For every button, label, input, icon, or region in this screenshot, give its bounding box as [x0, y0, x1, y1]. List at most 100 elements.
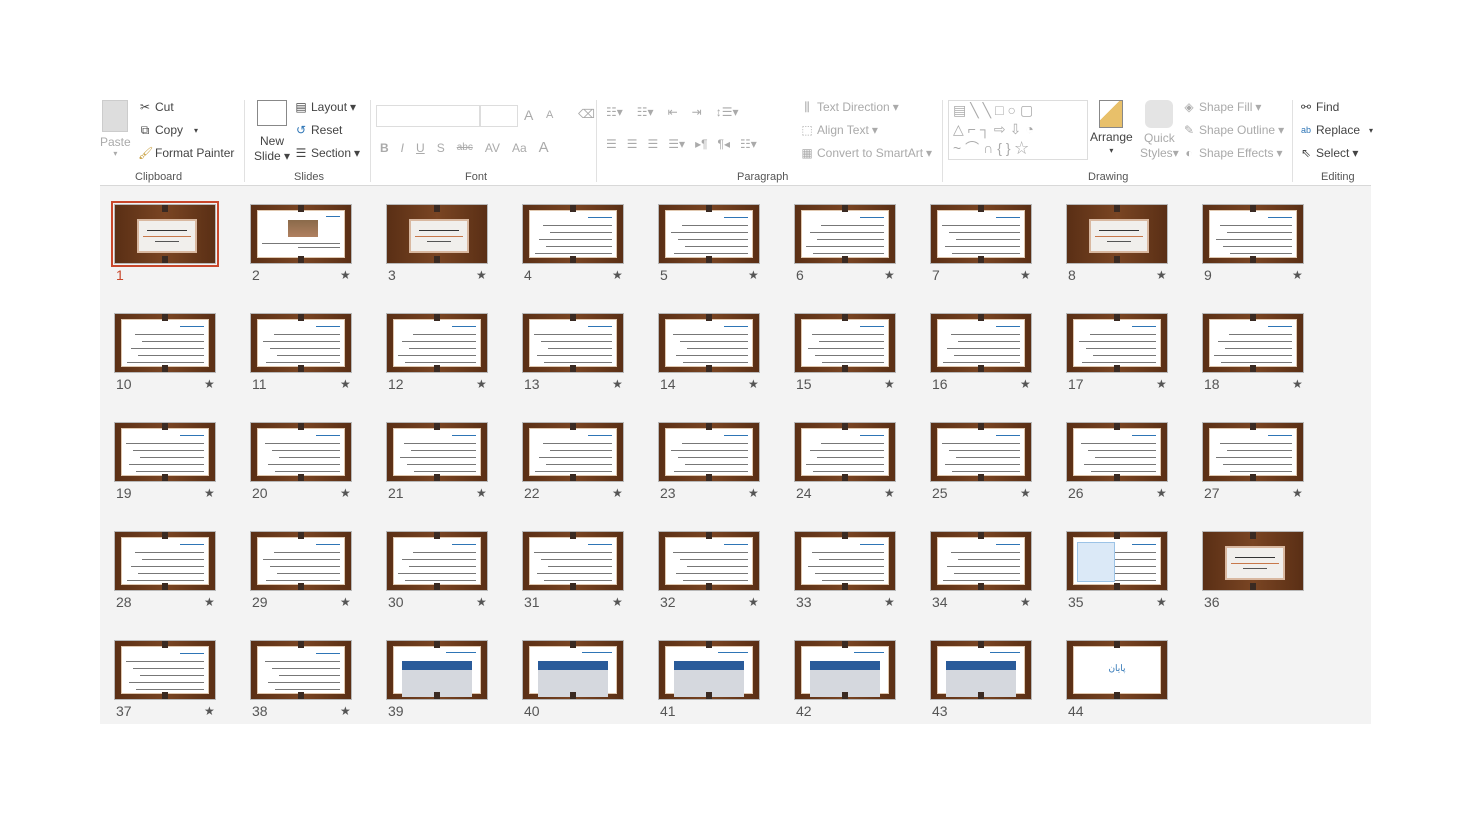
cut-button[interactable]: ✂ Cut	[138, 100, 174, 114]
slide-thumbnail[interactable]	[930, 313, 1032, 373]
font-color-button[interactable]: A	[539, 139, 549, 156]
slide-thumbnail[interactable]	[386, 313, 488, 373]
slide-thumbnail[interactable]	[250, 531, 352, 591]
slide-thumbnail[interactable]	[658, 422, 760, 482]
slide-thumbnail[interactable]	[930, 422, 1032, 482]
slide-thumbnail[interactable]	[930, 531, 1032, 591]
slide-thumbnail[interactable]	[930, 640, 1032, 700]
animation-star-icon[interactable]: ★	[476, 268, 487, 282]
slide-thumbnail[interactable]	[250, 640, 352, 700]
justify-icon[interactable]: ☰▾	[668, 137, 685, 151]
animation-star-icon[interactable]: ★	[1020, 377, 1031, 391]
slide-thumbnail[interactable]	[930, 204, 1032, 264]
slide-thumbnail[interactable]	[1202, 422, 1304, 482]
find-button[interactable]: ⚯ Find	[1299, 100, 1339, 114]
font-name-select[interactable]	[376, 105, 480, 127]
slide-thumbnail[interactable]	[250, 422, 352, 482]
slide-thumbnail[interactable]	[658, 313, 760, 373]
ltr-icon[interactable]: ▸¶	[695, 137, 707, 151]
slide-thumbnail[interactable]	[522, 640, 624, 700]
increase-indent-icon[interactable]: ⇥	[692, 105, 702, 119]
clear-formatting-icon[interactable]: ⌫	[578, 107, 595, 121]
slide-thumbnail[interactable]	[114, 422, 216, 482]
slide-thumbnail[interactable]	[1066, 313, 1168, 373]
decrease-indent-icon[interactable]: ⇤	[668, 105, 678, 119]
animation-star-icon[interactable]: ★	[612, 486, 623, 500]
slide-thumbnail[interactable]	[250, 204, 352, 264]
animation-star-icon[interactable]: ★	[340, 377, 351, 391]
animation-star-icon[interactable]: ★	[204, 704, 215, 718]
italic-button[interactable]: I	[401, 141, 404, 155]
character-spacing-button[interactable]: AV	[485, 141, 500, 155]
font-size-select[interactable]	[480, 105, 518, 127]
animation-star-icon[interactable]: ★	[748, 595, 759, 609]
shape-outline-button[interactable]: ✎ Shape Outline ▾	[1182, 123, 1284, 137]
animation-star-icon[interactable]: ★	[340, 486, 351, 500]
slide-thumbnail[interactable]	[386, 640, 488, 700]
slide-thumbnail[interactable]	[386, 531, 488, 591]
slide-thumbnail[interactable]	[1066, 422, 1168, 482]
slide-thumbnail[interactable]	[794, 640, 896, 700]
animation-star-icon[interactable]: ★	[476, 595, 487, 609]
slide-thumbnail[interactable]	[1202, 204, 1304, 264]
animation-star-icon[interactable]: ★	[204, 377, 215, 391]
animation-star-icon[interactable]: ★	[340, 268, 351, 282]
slide-thumbnail[interactable]	[114, 531, 216, 591]
animation-star-icon[interactable]: ★	[748, 486, 759, 500]
shadow-button[interactable]: S	[437, 141, 445, 155]
numbering-icon[interactable]: ☷▾	[637, 105, 654, 119]
animation-star-icon[interactable]: ★	[612, 268, 623, 282]
shape-effects-button[interactable]: ◐ Shape Effects ▾	[1182, 146, 1282, 160]
slide-thumbnail[interactable]	[658, 531, 760, 591]
shapes-gallery[interactable]: ▤╲╲□○▢ △⌐┐⇨⇩◔ ~⌒∩{}☆	[948, 100, 1088, 160]
layout-button[interactable]: ▤ Layout ▾	[294, 100, 356, 114]
strikethrough-button[interactable]: abc	[457, 142, 473, 153]
format-painter-button[interactable]: 🖌 Format Painter	[138, 146, 234, 160]
columns-icon[interactable]: ☷▾	[740, 137, 757, 151]
align-right-icon[interactable]: ☰	[648, 137, 659, 151]
animation-star-icon[interactable]: ★	[340, 704, 351, 718]
section-button[interactable]: ☰ Section ▾	[294, 146, 360, 160]
slide-thumbnail[interactable]	[794, 531, 896, 591]
center-icon[interactable]: ☰	[627, 137, 638, 151]
quick-styles-button[interactable]: Quick Styles▾	[1140, 100, 1179, 161]
animation-star-icon[interactable]: ★	[1292, 377, 1303, 391]
animation-star-icon[interactable]: ★	[1292, 268, 1303, 282]
convert-smartart-button[interactable]: ▦ Convert to SmartArt ▾	[800, 146, 932, 160]
change-case-button[interactable]: Aa	[512, 141, 527, 155]
shrink-font-button[interactable]: A	[546, 109, 553, 121]
animation-star-icon[interactable]: ★	[884, 377, 895, 391]
animation-star-icon[interactable]: ★	[204, 486, 215, 500]
slide-thumbnail[interactable]	[522, 313, 624, 373]
new-slide-button[interactable]: New Slide ▾	[254, 100, 290, 164]
slide-thumbnail[interactable]	[522, 204, 624, 264]
align-left-icon[interactable]: ☰	[606, 137, 617, 151]
shape-fill-button[interactable]: ◈ Shape Fill ▾	[1182, 100, 1261, 114]
grow-font-button[interactable]: A	[524, 107, 533, 123]
animation-star-icon[interactable]: ★	[1020, 486, 1031, 500]
animation-star-icon[interactable]: ★	[1156, 486, 1167, 500]
animation-star-icon[interactable]: ★	[476, 377, 487, 391]
text-direction-button[interactable]: ⫼ Text Direction ▾	[800, 100, 899, 114]
slide-thumbnail[interactable]	[794, 204, 896, 264]
animation-star-icon[interactable]: ★	[884, 595, 895, 609]
animation-star-icon[interactable]: ★	[1292, 486, 1303, 500]
underline-button[interactable]: U	[416, 141, 425, 155]
animation-star-icon[interactable]: ★	[748, 268, 759, 282]
slide-thumbnail[interactable]	[111, 201, 219, 267]
animation-star-icon[interactable]: ★	[1156, 595, 1167, 609]
select-button[interactable]: ⇖ Select ▾	[1299, 146, 1358, 160]
animation-star-icon[interactable]: ★	[612, 595, 623, 609]
slide-thumbnail[interactable]	[1066, 531, 1168, 591]
bullets-icon[interactable]: ☷▾	[606, 105, 623, 119]
slide-thumbnail[interactable]	[658, 640, 760, 700]
slide-thumbnail[interactable]	[250, 313, 352, 373]
slide-thumbnail[interactable]	[1202, 313, 1304, 373]
animation-star-icon[interactable]: ★	[748, 377, 759, 391]
animation-star-icon[interactable]: ★	[204, 595, 215, 609]
slide-thumbnail[interactable]	[522, 531, 624, 591]
line-spacing-icon[interactable]: ↕☰▾	[716, 105, 739, 119]
align-text-button[interactable]: ⬚ Align Text ▾	[800, 123, 878, 137]
reset-button[interactable]: ↺ Reset	[294, 123, 342, 137]
slide-thumbnail[interactable]	[1066, 204, 1168, 264]
